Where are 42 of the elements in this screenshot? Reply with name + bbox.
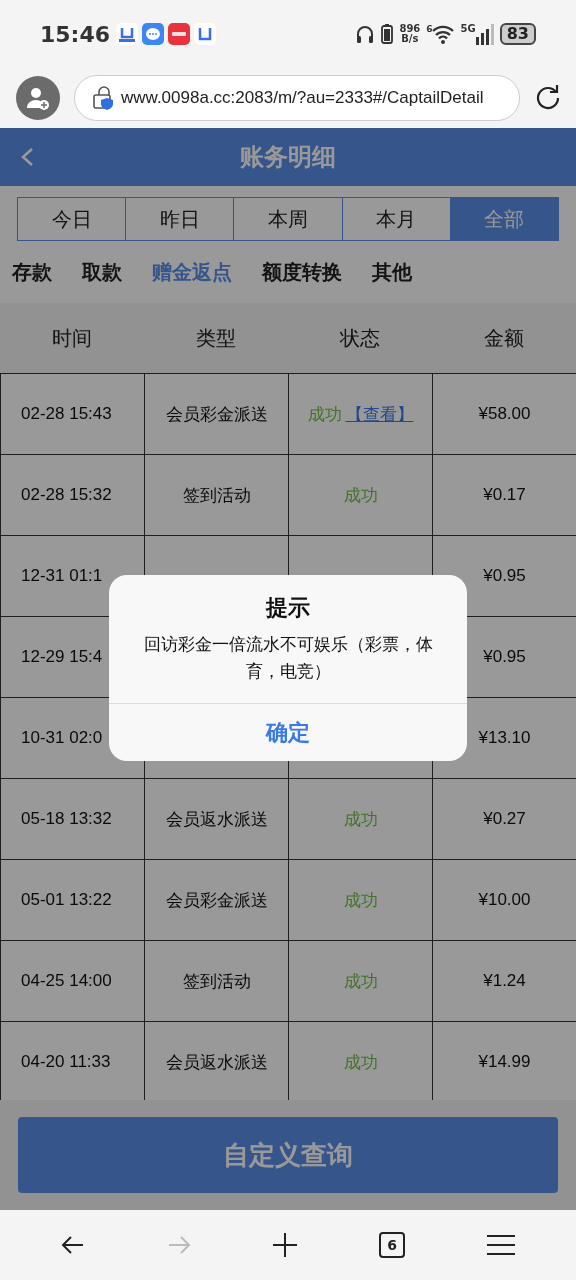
category-tab[interactable]: 取款: [82, 258, 122, 286]
type-cell: 签到活动: [145, 455, 289, 536]
dialog-message: 回访彩金一倍流水不可娱乐（彩票，体育，电竞）: [142, 633, 434, 683]
type-cell: 签到活动: [145, 941, 289, 1022]
time-cell: 02-28 15:32: [1, 455, 145, 536]
column-header: 金额: [483, 324, 525, 352]
category-tab[interactable]: 额度转换: [262, 258, 342, 286]
wifi-standard-label: 6: [426, 24, 433, 34]
status-text: 成功: [343, 889, 378, 912]
amount-cell: ¥58.00: [433, 374, 576, 455]
column-header: 时间: [51, 324, 93, 352]
time-cell: 05-01 13:22: [1, 860, 145, 941]
time-cell: 04-25 14:00: [1, 941, 145, 1022]
address-bar[interactable]: www.0098a.cc:2083/m/?au=2333#/CaptailDetail: [74, 75, 520, 121]
category-tab[interactable]: 存款: [12, 258, 52, 286]
amount-cell: ¥1.24: [433, 941, 576, 1022]
status-text: 成功: [343, 1051, 378, 1074]
time-cell: 02-28 15:43: [1, 374, 145, 455]
amount-cell: ¥10.00: [433, 860, 576, 941]
column-header: 类型: [195, 324, 237, 352]
type-cell: 会员彩金派送: [145, 374, 289, 455]
category-tab[interactable]: 其他: [372, 258, 412, 286]
status-text: 成功: [343, 484, 378, 507]
page-title: 账务明细: [240, 142, 336, 173]
amount-cell: ¥0.27: [433, 779, 576, 860]
tab-count-button[interactable]: 6: [379, 1232, 405, 1258]
dialog-title: 提示: [264, 594, 311, 622]
confirm-button[interactable]: 确定: [109, 703, 467, 761]
column-header: 状态: [339, 324, 381, 352]
status-text: 成功: [307, 403, 342, 426]
status-text: 成功: [343, 970, 378, 993]
network-speed: B/s: [401, 34, 419, 44]
amount-cell: ¥0.17: [433, 455, 576, 536]
time-cell: 05-18 13:32: [1, 779, 145, 860]
type-cell: 会员彩金派送: [145, 860, 289, 941]
network-type: 5G: [460, 23, 476, 34]
status-text: 成功: [343, 808, 378, 831]
network-speed: 896: [399, 24, 421, 34]
clock-time: 15:46: [40, 21, 111, 47]
type-cell: 会员返水派送: [145, 779, 289, 860]
url-text: www.0098a.cc:2083/m/?au=2333#/CaptailDetail: [121, 88, 484, 108]
battery-level: 83: [499, 23, 536, 45]
